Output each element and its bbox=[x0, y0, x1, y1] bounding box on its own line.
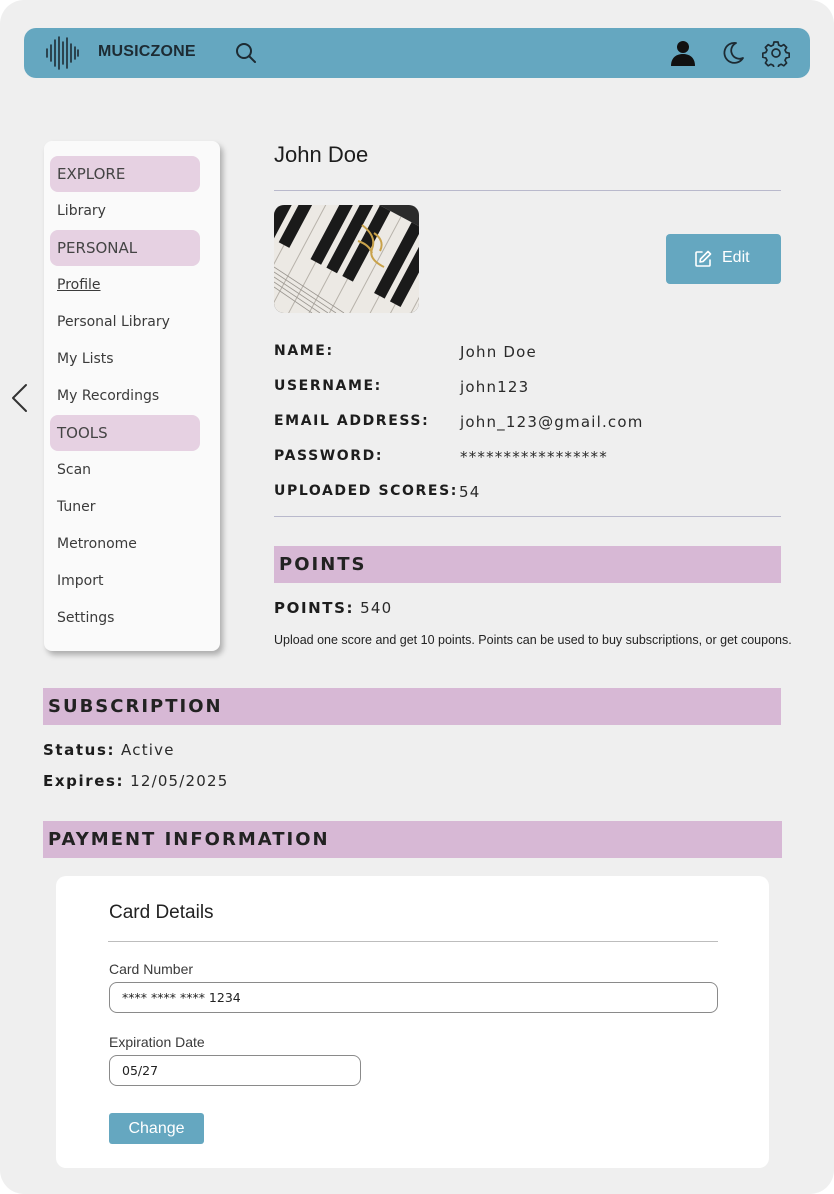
payment-heading: PAYMENT INFORMATION bbox=[43, 821, 782, 858]
sidebar-item-personal-library[interactable]: Personal Library bbox=[50, 304, 200, 340]
edit-profile-button[interactable]: Edit bbox=[666, 234, 781, 284]
title-divider bbox=[274, 190, 781, 191]
points-description: Upload one score and get 10 points. Poin… bbox=[274, 633, 792, 647]
points-value: 540 bbox=[360, 599, 393, 617]
app-frame: MUSICZONE EXPLORE Library PERSONAL Profi… bbox=[0, 0, 834, 1194]
points-line: POINTS: 540 bbox=[274, 599, 392, 617]
sidebar-item-profile[interactable]: Profile bbox=[50, 267, 200, 303]
edit-button-label: Edit bbox=[722, 249, 750, 266]
piano-keys-image bbox=[274, 205, 419, 313]
card-details-title: Card Details bbox=[109, 902, 214, 923]
name-value: John Doe bbox=[460, 343, 537, 361]
page-title: John Doe bbox=[274, 142, 369, 167]
status-value: Active bbox=[121, 741, 175, 759]
points-heading: POINTS bbox=[274, 546, 781, 583]
card-number-field[interactable] bbox=[109, 982, 718, 1013]
sidebar-section-personal: PERSONAL bbox=[50, 230, 200, 266]
sidebar-section-tools: TOOLS bbox=[50, 415, 200, 451]
profile-image bbox=[274, 205, 419, 313]
sidebar-item-import[interactable]: Import bbox=[50, 563, 200, 599]
user-icon[interactable] bbox=[669, 39, 697, 67]
password-label: PASSWORD: bbox=[274, 448, 384, 464]
card-details-panel: Card Details Card Number Expiration Date… bbox=[56, 876, 769, 1168]
sidebar: EXPLORE Library PERSONAL Profile Persona… bbox=[44, 141, 220, 651]
brand-name: MUSICZONE bbox=[98, 43, 196, 60]
card-divider bbox=[108, 941, 718, 942]
expiration-date-label: Expiration Date bbox=[109, 1034, 205, 1050]
uploaded-scores-value: 54 bbox=[459, 483, 481, 501]
top-bar: MUSICZONE bbox=[24, 28, 810, 78]
username-value: john123 bbox=[460, 378, 530, 396]
sidebar-item-my-recordings[interactable]: My Recordings bbox=[50, 378, 200, 414]
sidebar-item-scan[interactable]: Scan bbox=[50, 452, 200, 488]
search-icon[interactable] bbox=[232, 39, 260, 67]
email-label: EMAIL ADDRESS: bbox=[274, 413, 430, 429]
email-value: john_123@gmail.com bbox=[460, 413, 644, 431]
fields-divider bbox=[274, 516, 781, 517]
subscription-heading: SUBSCRIPTION bbox=[43, 688, 781, 725]
name-label: NAME: bbox=[274, 343, 334, 359]
gear-icon[interactable] bbox=[762, 39, 790, 67]
sidebar-item-tuner[interactable]: Tuner bbox=[50, 489, 200, 525]
back-chevron-icon[interactable] bbox=[8, 382, 32, 414]
uploaded-scores-label: UPLOADED SCORES: bbox=[274, 483, 458, 499]
card-number-label: Card Number bbox=[109, 961, 194, 977]
moon-icon[interactable] bbox=[719, 39, 747, 67]
sidebar-section-explore: EXPLORE bbox=[50, 156, 200, 192]
sidebar-item-metronome[interactable]: Metronome bbox=[50, 526, 200, 562]
status-label: Status: bbox=[43, 741, 116, 759]
subscription-status-line: Status: Active bbox=[43, 741, 175, 759]
expires-value: 12/05/2025 bbox=[130, 772, 229, 790]
edit-icon bbox=[695, 250, 712, 267]
sidebar-item-library[interactable]: Library bbox=[50, 193, 200, 229]
change-button[interactable]: Change bbox=[109, 1113, 204, 1144]
username-label: USERNAME: bbox=[274, 378, 382, 394]
expiration-date-field[interactable] bbox=[109, 1055, 361, 1086]
sidebar-item-settings[interactable]: Settings bbox=[50, 600, 200, 636]
audio-wave-logo-icon bbox=[46, 36, 79, 70]
sidebar-item-my-lists[interactable]: My Lists bbox=[50, 341, 200, 377]
expires-label: Expires: bbox=[43, 772, 125, 790]
points-label: POINTS: bbox=[274, 599, 355, 617]
subscription-expires-line: Expires: 12/05/2025 bbox=[43, 772, 229, 790]
password-value: ***************** bbox=[460, 448, 608, 466]
